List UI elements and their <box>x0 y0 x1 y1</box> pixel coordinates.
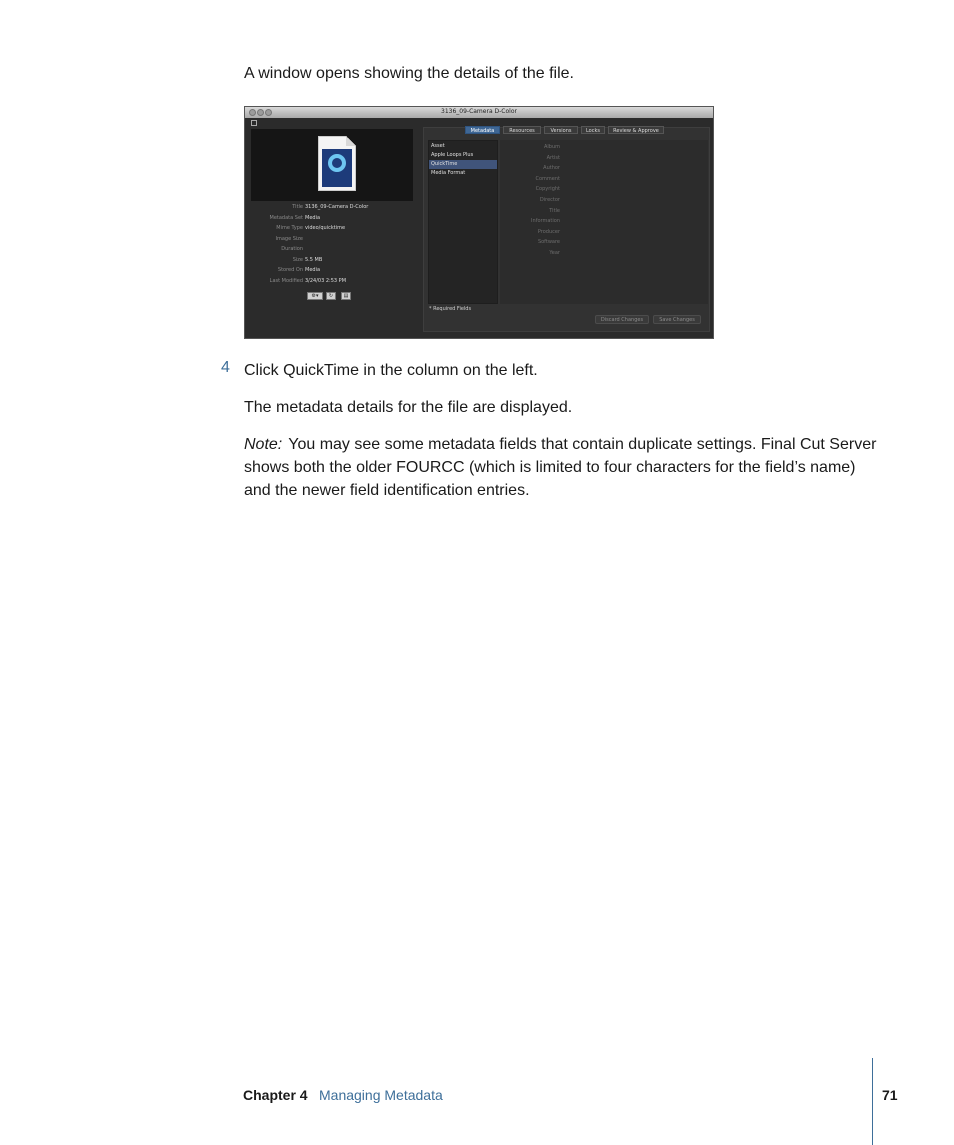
file-details-window-screenshot: 3136_09-Camera D-Color Title 3136_09-Came… <box>244 106 714 339</box>
discard-changes-button[interactable]: Discard Changes <box>595 315 649 324</box>
metadata-group-list: Asset Apple Loops Plus QuickTime Media F… <box>428 140 498 304</box>
window-title: 3136_09-Camera D-Color <box>441 108 517 115</box>
field-label: Artist <box>546 154 560 161</box>
field-label: Album <box>543 144 560 150</box>
field-label: Comment <box>535 175 561 182</box>
field-label: Director <box>539 197 560 203</box>
result-paragraph: The metadata details for the file are di… <box>244 399 573 416</box>
field-label: Software <box>537 239 560 246</box>
footer-chapter: Chapter 4 <box>243 1087 308 1103</box>
field-label: Information <box>531 218 560 225</box>
refresh-button[interactable]: ↻ <box>326 292 336 300</box>
list-item-apple-loops-plus[interactable]: Apple Loops Plus <box>429 151 497 160</box>
property-row: Metadata Set Media <box>269 214 321 221</box>
tab-metadata[interactable]: Metadata <box>465 126 500 134</box>
note-text: You may see some metadata fields that co… <box>244 436 877 499</box>
property-row: Title 3136_09-Camera D-Color <box>292 204 369 210</box>
tab-locks[interactable]: Locks <box>581 126 605 134</box>
footer-chapter-title: Managing Metadata <box>319 1087 443 1103</box>
filmstrip-button[interactable]: ▤ <box>341 292 351 300</box>
step-number: 4 <box>221 359 230 376</box>
save-changes-button[interactable]: Save Changes <box>653 315 701 324</box>
required-fields-note: * Required Fields <box>429 306 472 312</box>
intro-paragraph: A window opens showing the details of th… <box>244 65 574 82</box>
footer-divider <box>872 1058 873 1145</box>
quicktime-file-icon <box>318 136 356 191</box>
property-row: Last Modified 3/24/03 2:53 PM <box>269 277 347 284</box>
property-row: Mime Type video/quicktime <box>276 225 346 231</box>
filmstrip-icon <box>251 120 257 126</box>
tab-review-approve[interactable]: Review & Approve <box>608 126 664 134</box>
step-text: Click QuickTime in the column on the lef… <box>244 362 538 379</box>
asset-preview <box>251 129 413 201</box>
field-label: Copyright <box>535 186 560 193</box>
tab-versions[interactable]: Versions <box>544 126 578 134</box>
list-item-quicktime[interactable]: QuickTime <box>429 160 497 169</box>
note-paragraph: Note: You may see some metadata fields th… <box>244 433 884 502</box>
list-item-asset[interactable]: Asset <box>429 142 497 151</box>
field-label: Producer <box>537 228 560 235</box>
note-label: Note: <box>244 436 283 453</box>
property-row: Duration <box>281 246 303 252</box>
gear-menu-button[interactable]: ⚙▾ <box>307 292 323 300</box>
field-label: Year <box>549 250 560 256</box>
page-number: 71 <box>882 1087 898 1103</box>
tab-resources[interactable]: Resources <box>503 126 541 134</box>
property-row: Size 5.5 MB <box>292 256 323 263</box>
property-row: Stored On Media <box>277 267 321 273</box>
property-row: Image Size <box>275 235 303 242</box>
field-label: Author <box>543 165 560 172</box>
window-title-bar: 3136_09-Camera D-Color <box>245 107 713 118</box>
list-item-media-format[interactable]: Media Format <box>429 169 497 178</box>
field-label: Title <box>549 207 560 214</box>
metadata-fields: Album Artist Author Comment Copyright Di… <box>500 140 708 304</box>
